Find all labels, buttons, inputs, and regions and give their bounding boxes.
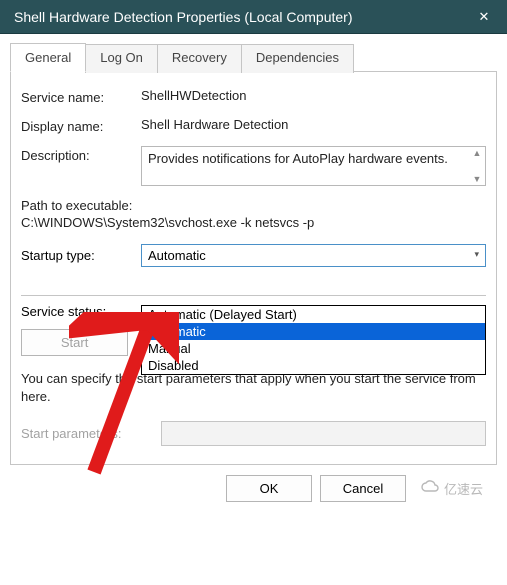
tab-general[interactable]: General xyxy=(10,43,86,72)
display-name-value: Shell Hardware Detection xyxy=(141,117,486,132)
row-startup-type: Startup type: Automatic ▾ xyxy=(21,244,486,267)
tab-strip: General Log On Recovery Dependencies xyxy=(10,42,497,72)
option-disabled[interactable]: Disabled xyxy=(142,357,485,374)
ok-button[interactable]: OK xyxy=(226,475,312,502)
service-name-value: ShellHWDetection xyxy=(141,88,486,103)
row-service-name: Service name: ShellHWDetection xyxy=(21,88,486,105)
description-text: Provides notifications for AutoPlay hard… xyxy=(148,151,448,166)
description-scrollbar[interactable]: ▲ ▼ xyxy=(470,148,484,184)
startup-type-selected: Automatic xyxy=(148,248,206,263)
cloud-icon xyxy=(420,480,440,497)
startup-type-dropdown[interactable]: Automatic (Delayed Start) Automatic Manu… xyxy=(141,305,486,375)
dialog-footer: OK Cancel 亿速云 xyxy=(10,465,497,512)
start-button: Start xyxy=(21,329,128,356)
scroll-down-icon[interactable]: ▼ xyxy=(473,174,482,184)
tab-dependencies[interactable]: Dependencies xyxy=(241,44,354,73)
option-manual[interactable]: Manual xyxy=(142,340,485,357)
tab-recovery[interactable]: Recovery xyxy=(157,44,242,73)
service-status-label: Service status: xyxy=(21,304,141,319)
scroll-up-icon[interactable]: ▲ xyxy=(473,148,482,158)
startup-type-label: Startup type: xyxy=(21,248,141,263)
service-name-label: Service name: xyxy=(21,88,141,105)
startup-type-combo[interactable]: Automatic ▾ xyxy=(141,244,486,267)
description-label: Description: xyxy=(21,146,141,163)
cancel-button[interactable]: Cancel xyxy=(320,475,406,502)
display-name-label: Display name: xyxy=(21,117,141,134)
description-box: Provides notifications for AutoPlay hard… xyxy=(141,146,486,186)
start-parameters-label: Start parameters: xyxy=(21,426,161,441)
content-area: General Log On Recovery Dependencies Ser… xyxy=(0,34,507,512)
tab-log-on[interactable]: Log On xyxy=(85,44,158,73)
watermark: 亿速云 xyxy=(420,479,483,498)
row-start-parameters: Start parameters: xyxy=(21,421,486,446)
option-automatic[interactable]: Automatic xyxy=(142,323,485,340)
start-parameters-input xyxy=(161,421,486,446)
row-display-name: Display name: Shell Hardware Detection xyxy=(21,117,486,134)
option-automatic-delayed[interactable]: Automatic (Delayed Start) xyxy=(142,306,485,323)
row-description: Description: Provides notifications for … xyxy=(21,146,486,186)
start-params-hint: You can specify the start parameters tha… xyxy=(21,370,486,405)
row-path: Path to executable: C:\WINDOWS\System32\… xyxy=(21,198,486,230)
window-title: Shell Hardware Detection Properties (Loc… xyxy=(14,9,461,25)
close-icon[interactable]: ✕ xyxy=(461,0,507,34)
titlebar: Shell Hardware Detection Properties (Loc… xyxy=(0,0,507,34)
watermark-text: 亿速云 xyxy=(444,479,483,498)
path-label: Path to executable: xyxy=(21,198,486,213)
path-value: C:\WINDOWS\System32\svchost.exe -k netsv… xyxy=(21,215,486,230)
separator xyxy=(21,295,486,296)
tab-panel-general: Service name: ShellHWDetection Display n… xyxy=(10,72,497,465)
chevron-down-icon: ▾ xyxy=(474,249,479,260)
